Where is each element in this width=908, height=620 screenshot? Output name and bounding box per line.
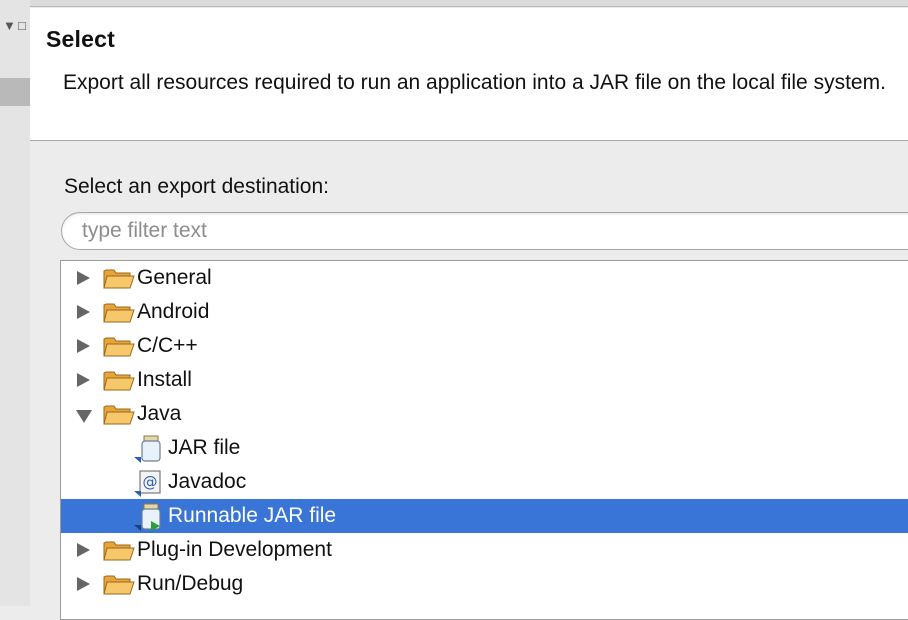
tree-item-android[interactable]: Android	[61, 295, 908, 329]
tree-item-runnable-jar-file[interactable]: Runnable JAR file	[61, 499, 908, 533]
tree-item-label: Install	[137, 368, 192, 391]
tree-item-label: Android	[137, 300, 210, 323]
collapse-arrow-icon[interactable]	[76, 410, 92, 423]
tree-item-general[interactable]: General	[61, 261, 908, 295]
tree-item-label: Java	[137, 402, 182, 425]
tree-item-label: Run/Debug	[137, 572, 244, 595]
expand-arrow-icon[interactable]	[77, 577, 90, 591]
folder-icon	[103, 303, 135, 323]
tree-item-plugin-development[interactable]: Plug-in Development	[61, 533, 908, 567]
wizard-header: Select Export all resources required to …	[30, 8, 908, 141]
wizard-title: Select	[46, 26, 115, 52]
tree-item-java[interactable]: Java	[61, 397, 908, 431]
minimize-icon[interactable]: ▼	[3, 18, 16, 33]
expand-arrow-icon[interactable]	[77, 339, 90, 353]
folder-icon	[103, 337, 135, 357]
tree-item-c-cpp[interactable]: C/C++	[61, 329, 908, 363]
filter-input[interactable]	[61, 212, 908, 250]
folder-icon	[103, 269, 135, 289]
workbench-tab-band	[0, 78, 30, 106]
export-destination-tree[interactable]: General Android C/C++ Install Java JAR f…	[60, 260, 908, 620]
export-destination-label: Select an export destination:	[64, 175, 330, 198]
tree-item-run-debug[interactable]: Run/Debug	[61, 567, 908, 601]
expand-arrow-icon[interactable]	[77, 271, 90, 285]
tree-item-javadoc[interactable]: @ Javadoc	[61, 465, 908, 499]
runnable-jar-icon	[134, 503, 161, 531]
tree-item-label: Plug-in Development	[137, 538, 332, 561]
maximize-icon[interactable]: □	[18, 18, 26, 33]
tree-item-label: JAR file	[168, 436, 241, 459]
tree-item-label: Javadoc	[168, 470, 247, 493]
expand-arrow-icon[interactable]	[77, 305, 90, 319]
tree-item-label: General	[137, 266, 212, 289]
expand-arrow-icon[interactable]	[77, 543, 90, 557]
javadoc-icon: @	[134, 470, 161, 497]
tree-item-jar-file[interactable]: JAR file	[61, 431, 908, 465]
jar-file-icon	[134, 435, 161, 463]
wizard-description: Export all resources required to run an …	[63, 71, 886, 94]
tree-item-label: C/C++	[137, 334, 198, 357]
workbench-side-strip: ▼ □	[0, 0, 30, 606]
folder-icon	[103, 371, 135, 391]
svg-text:@: @	[143, 473, 158, 491]
folder-open-icon	[103, 405, 135, 425]
tree-item-install[interactable]: Install	[61, 363, 908, 397]
window-top-edge	[0, 0, 908, 7]
expand-arrow-icon[interactable]	[77, 373, 90, 387]
folder-icon	[103, 575, 135, 595]
tree-item-label: Runnable JAR file	[168, 504, 337, 527]
folder-icon	[103, 541, 135, 561]
